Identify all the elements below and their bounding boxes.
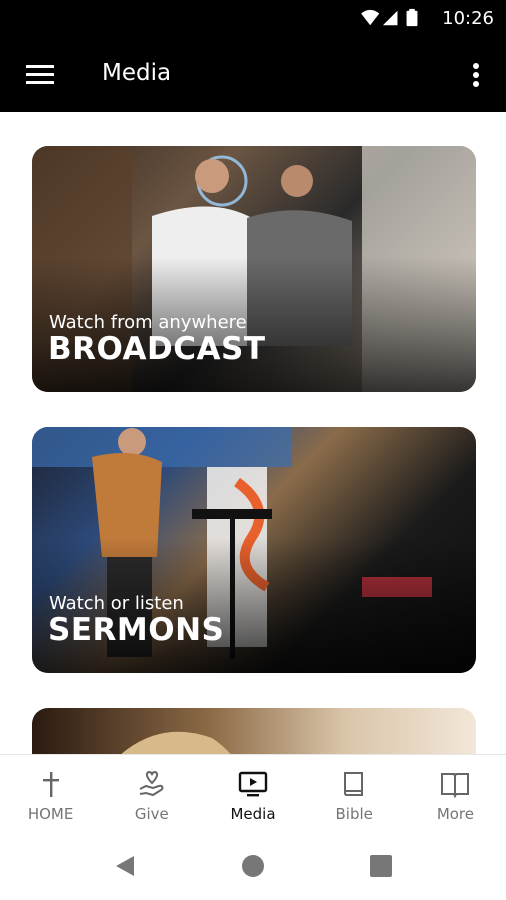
recents-square-icon[interactable] (368, 853, 394, 879)
broadcast-card[interactable]: Watch from anywhere BROADCAST (32, 146, 476, 392)
menu-button[interactable] (20, 57, 60, 93)
signal-icon (382, 10, 398, 26)
nav-item-give[interactable]: Give (101, 755, 202, 831)
nav-label-more: More (436, 805, 474, 823)
nav-label-home: HOME (27, 805, 74, 823)
bottom-navigation: HOME Give Media Bible More (0, 754, 506, 831)
media-card-3[interactable] (32, 708, 476, 754)
cross-icon (42, 772, 59, 797)
nav-label-give: Give (134, 805, 169, 823)
back-icon[interactable] (112, 853, 138, 879)
hamburger-menu-icon (26, 65, 54, 84)
page-title: Media (102, 60, 172, 86)
tv-play-icon (238, 771, 268, 797)
sermons-title: SERMONS (48, 612, 225, 648)
sermons-card[interactable]: Watch or listen SERMONS (32, 427, 476, 673)
status-bar: 10:26 (0, 0, 506, 38)
media-content: Watch from anywhere BROADCAST Watch or l… (0, 112, 506, 754)
battery-icon (406, 8, 418, 27)
more-vert-icon (473, 63, 479, 87)
status-time: 10:26 (442, 8, 494, 29)
book-icon (344, 772, 364, 796)
open-book-icon (441, 773, 470, 799)
status-icons (361, 8, 418, 27)
nav-item-home[interactable]: HOME (0, 755, 101, 831)
wifi-icon (361, 9, 380, 26)
card-3-photo (121, 731, 231, 754)
app-bar: Media (0, 38, 506, 112)
overflow-menu-button[interactable] (464, 57, 488, 93)
system-navigation-bar (0, 830, 506, 900)
give-hand-heart-icon (139, 770, 164, 797)
home-circle-icon[interactable] (240, 853, 266, 879)
nav-label-bible: Bible (335, 805, 373, 823)
nav-item-more[interactable]: More (405, 755, 506, 831)
broadcast-subtitle: Watch from anywhere (49, 312, 247, 333)
nav-item-bible[interactable]: Bible (304, 755, 405, 831)
nav-item-media[interactable]: Media (202, 755, 303, 831)
sermons-subtitle: Watch or listen (49, 593, 184, 614)
broadcast-title: BROADCAST (48, 331, 266, 367)
nav-label-media: Media (230, 805, 276, 823)
